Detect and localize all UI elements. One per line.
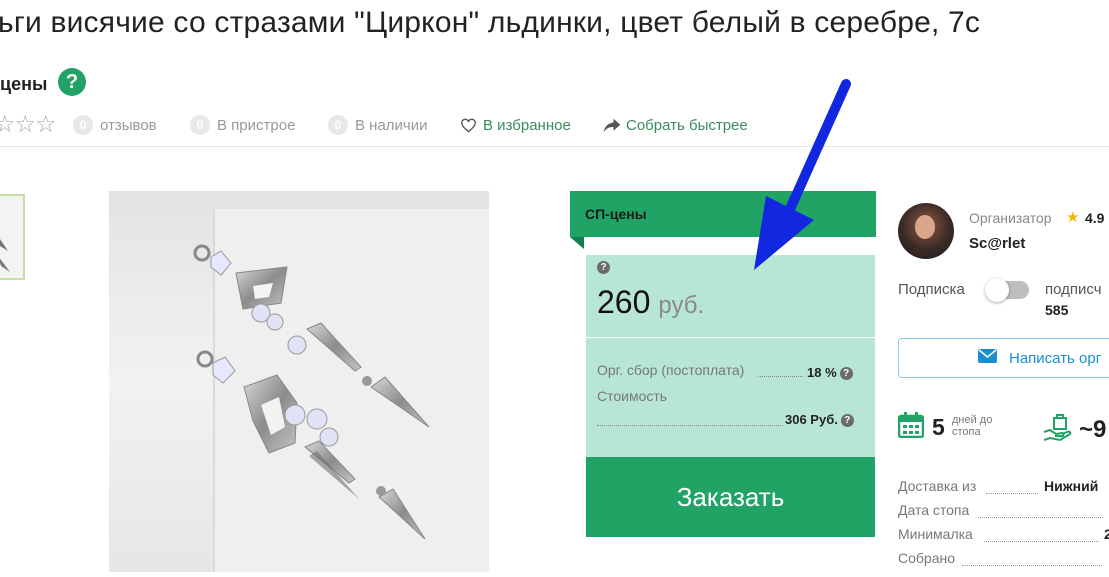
- blue-arrow-annotation: [754, 79, 851, 270]
- ribbon-fold: [570, 237, 584, 249]
- detail-leader: [978, 516, 1103, 518]
- detail-label-stop-date: Дата стопа: [898, 502, 970, 518]
- thumbnail[interactable]: [0, 194, 25, 280]
- avatar-face: [915, 215, 935, 239]
- hand-icon: [1042, 414, 1072, 442]
- detail-value-minimum: 2: [1104, 526, 1109, 542]
- org-fee-label: Орг. сбор (постоплата): [597, 362, 745, 378]
- detail-label-minimum: Минималка: [898, 526, 973, 542]
- org-fee-value: 18 %?: [807, 365, 853, 380]
- in-attach-label: В пристрое: [217, 116, 296, 134]
- detail-leader: [962, 564, 1102, 566]
- favorites-link[interactable]: В избранное: [460, 114, 571, 136]
- star-icon: ★: [1066, 209, 1080, 226]
- avatar[interactable]: [898, 203, 954, 259]
- price: 260 руб.: [597, 284, 704, 321]
- cost-number: 306 Руб.: [785, 412, 838, 427]
- subscribers-label: подписч: [1045, 281, 1102, 298]
- order-button[interactable]: Заказать: [586, 457, 875, 537]
- favorites-label: В избранное: [483, 116, 571, 134]
- reviews-count-badge: 0: [73, 115, 93, 135]
- organizer-name[interactable]: Sc@rlet: [969, 235, 1025, 252]
- days-label-line2: стопа: [952, 426, 981, 438]
- heart-icon: [460, 118, 477, 133]
- mail-icon: [978, 349, 997, 363]
- detail-value-delivery: Нижний: [1044, 478, 1099, 494]
- question-circle-icon[interactable]: ?: [58, 68, 86, 96]
- in-attach-count-badge: 0: [190, 115, 210, 135]
- cost-label: Стоимость: [597, 388, 668, 404]
- section-subtitle: цены: [0, 74, 48, 94]
- in-stock-link[interactable]: 0 В наличии: [328, 114, 428, 136]
- subscription-label: Подписка: [898, 281, 965, 298]
- cost-help-icon[interactable]: ?: [840, 414, 854, 427]
- subscription-toggle[interactable]: [985, 278, 1029, 302]
- message-organizer-button[interactable]: Написать орг: [898, 338, 1109, 378]
- detail-label-collected: Собрано: [898, 550, 956, 566]
- org-fee-leader: [758, 375, 803, 377]
- divider: [0, 146, 1109, 147]
- detail-leader: [984, 540, 1099, 542]
- calendar-icon: [897, 412, 925, 439]
- toggle-knob: [985, 278, 1009, 302]
- days-to-stop-label: дней до стопа: [952, 414, 992, 438]
- org-fee-number: 18 %: [807, 365, 837, 380]
- cost-value: 306 Руб.?: [785, 412, 854, 427]
- collect-faster-link[interactable]: Собрать быстрее: [603, 114, 748, 136]
- org-fee-help-icon[interactable]: ?: [839, 367, 853, 380]
- reviews-label: отзывов: [100, 116, 157, 134]
- price-currency: руб.: [658, 292, 705, 319]
- days-to-stop-value: 5: [932, 414, 945, 440]
- product-title: ьги висячие со стразами "Циркон" льдинки…: [0, 6, 981, 39]
- product-photo[interactable]: [109, 191, 489, 572]
- rating-stars[interactable]: ☆☆☆: [0, 113, 57, 137]
- subscribers-count: 585: [1045, 302, 1069, 318]
- in-stock-count-badge: 0: [328, 115, 348, 135]
- organizer-rating: 4.9: [1085, 210, 1105, 226]
- in-attach-link[interactable]: 0 В пристрое: [190, 114, 295, 136]
- price-help-icon[interactable]: ?: [597, 261, 610, 274]
- share-arrow-icon: [603, 118, 621, 132]
- cost-leader: [597, 424, 783, 426]
- detail-label-delivery: Доставка из: [898, 478, 977, 494]
- detail-leader: [986, 492, 1038, 494]
- reviews-link[interactable]: 0 отзывов: [73, 114, 157, 136]
- in-stock-label: В наличии: [355, 116, 428, 134]
- organizer-label: Организатор: [969, 210, 1052, 226]
- price-value: 260: [597, 284, 651, 320]
- collect-faster-label: Собрать быстрее: [626, 116, 748, 134]
- days-label-line1: дней до: [952, 414, 993, 426]
- approx-value: ~9: [1079, 416, 1107, 443]
